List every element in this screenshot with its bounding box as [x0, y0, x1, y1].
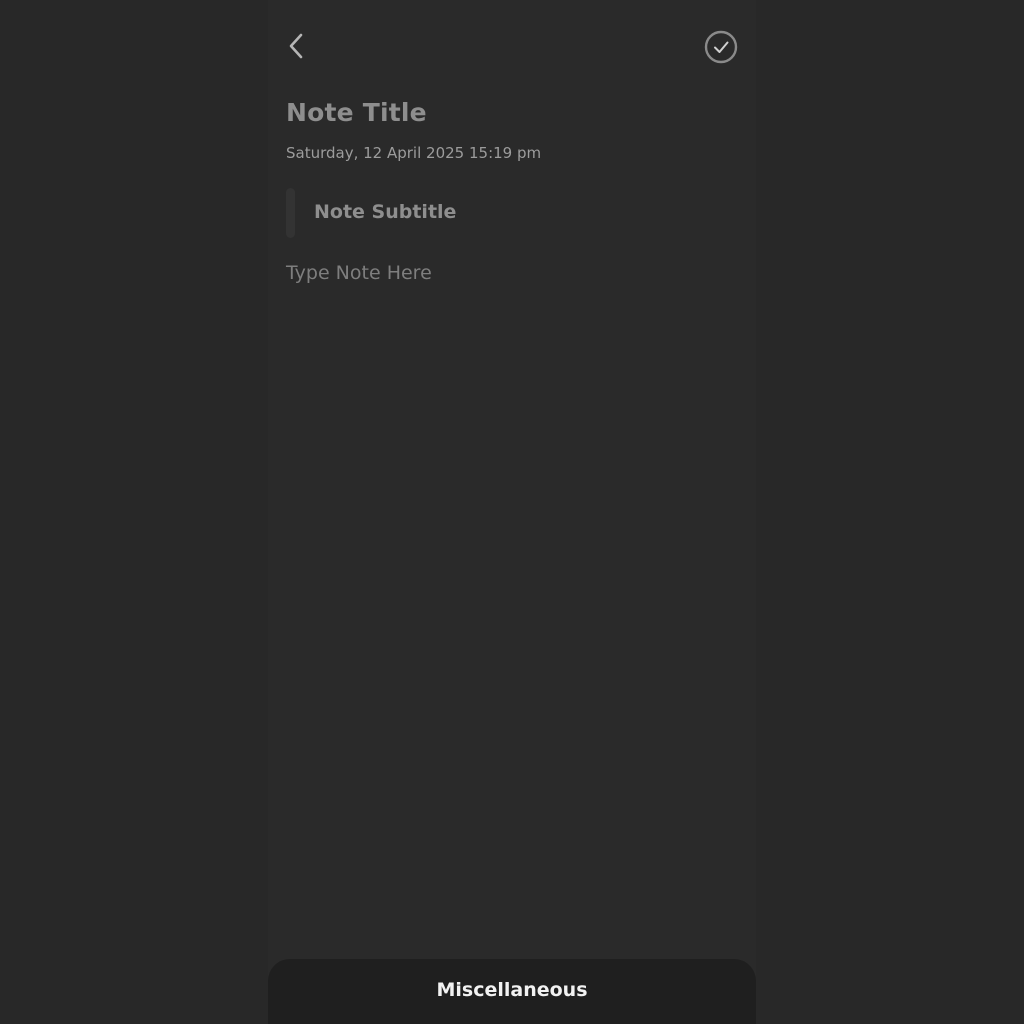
note-subtitle-row: Note Subtitle: [286, 188, 726, 238]
check-circle-icon: [704, 30, 738, 64]
note-title-input[interactable]: Note Title: [286, 98, 427, 127]
subtitle-indicator-bar: [286, 188, 295, 238]
miscellaneous-label: Miscellaneous: [436, 979, 588, 1001]
note-subtitle-input[interactable]: Note Subtitle: [314, 201, 456, 223]
chevron-left-icon: [289, 33, 303, 59]
note-editor-screen: Note Title Saturday, 12 April 2025 15:19…: [268, 0, 756, 1024]
note-date-time: Saturday, 12 April 2025 15:19 pm: [286, 144, 542, 162]
back-button[interactable]: [278, 28, 314, 64]
save-button[interactable]: [702, 28, 740, 66]
note-body-input[interactable]: Type Note Here: [286, 262, 432, 284]
miscellaneous-sheet[interactable]: Miscellaneous: [268, 959, 756, 1024]
